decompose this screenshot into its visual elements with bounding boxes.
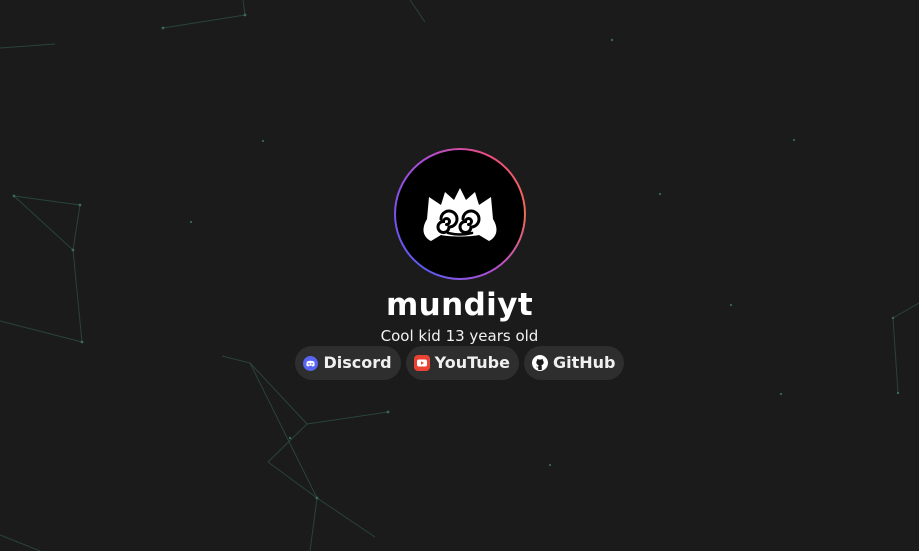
youtube-link-label: YouTube [434,353,510,372]
discord-link-label: Discord [323,353,392,372]
github-link-button[interactable]: GitHub [523,346,625,380]
github-link-label: GitHub [552,353,616,372]
bio: Cool kid 13 years old [380,327,539,345]
github-icon [531,355,548,371]
discord-dizzy-face-icon [423,188,496,241]
social-links: Discord YouTube GitHub [0,346,919,380]
avatar-image [395,150,524,278]
profile-page: mundiyt Cool kid 13 years old Discord Yo… [0,0,919,551]
profile-card: mundiyt Cool kid 13 years old Discord Yo… [0,148,919,380]
discord-link-button[interactable]: Discord [294,346,401,380]
youtube-link-button[interactable]: YouTube [405,346,519,380]
youtube-icon [413,355,430,371]
discord-icon [303,355,319,371]
username: mundiyt [385,287,534,323]
avatar [393,148,526,280]
